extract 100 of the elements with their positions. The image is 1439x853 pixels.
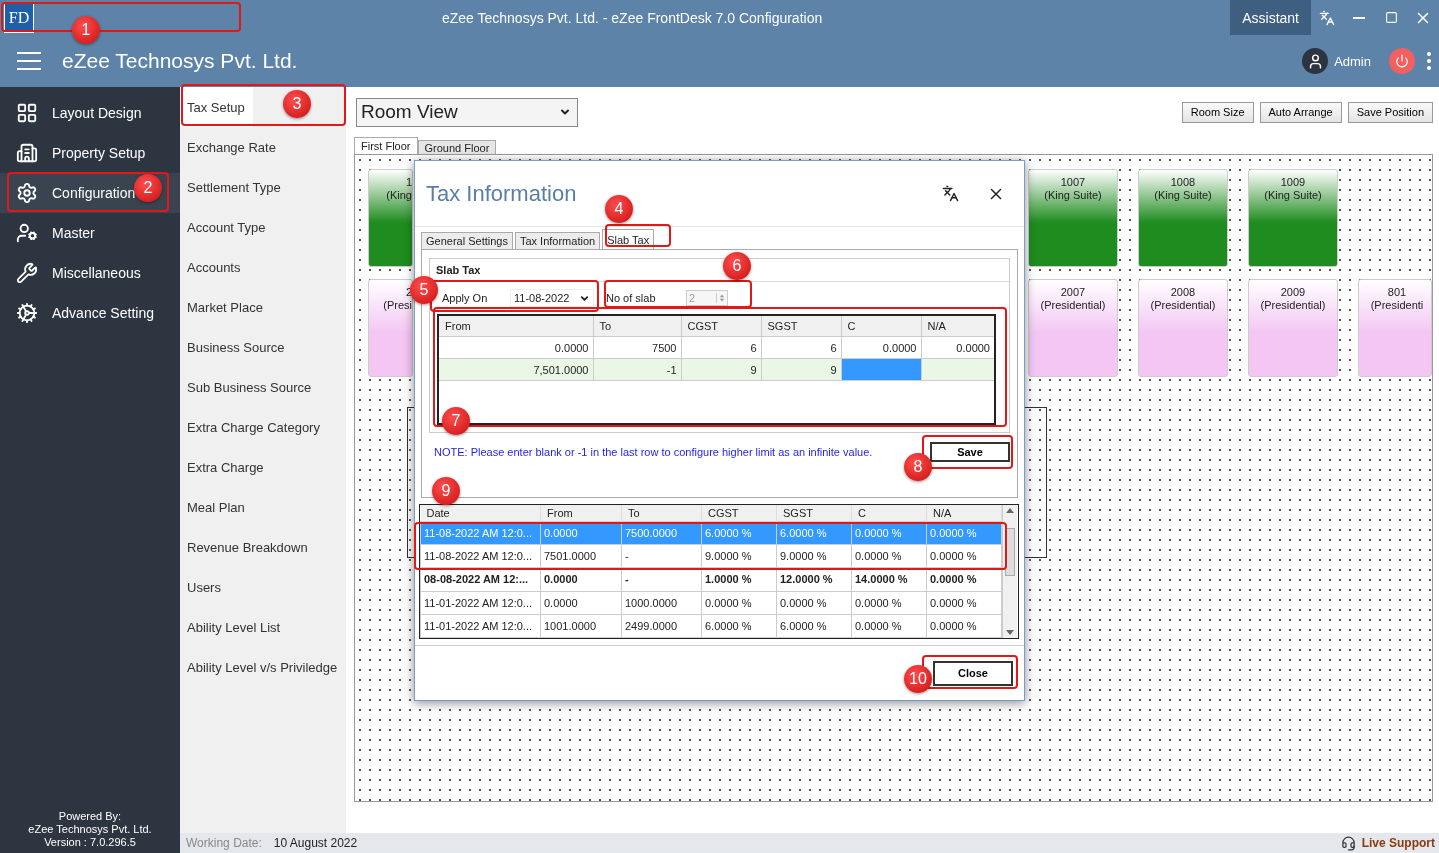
spin-arrows-icon[interactable]	[716, 293, 727, 303]
translate-icon	[942, 185, 960, 202]
user-gear-icon	[16, 222, 38, 244]
history-row[interactable]: 11-01-2022 AM 12:0... 0.0000 1000.0000 0.0000 % 0.0000 % 0.0000 % 0.0000 %	[420, 591, 1002, 615]
sidebar-item[interactable]: Miscellaneous	[0, 253, 180, 293]
column-header: N/A	[921, 315, 995, 337]
room-number: 1008	[1169, 176, 1197, 189]
submenu-item[interactable]: Exchange Rate	[180, 127, 284, 167]
submenu-item[interactable]: Revenue Breakdown	[180, 527, 316, 567]
scrollbar-thumb[interactable]	[1005, 527, 1015, 576]
layout-icon	[16, 102, 38, 124]
table-cell: 0.0000 %	[926, 591, 1002, 615]
slab-row[interactable]: 7,501.0000 -1 9 9	[438, 358, 995, 381]
translate-icon	[1319, 9, 1335, 26]
table-cell: 1001.0000	[540, 614, 622, 638]
room-card[interactable]: 2008 (Presidential)	[1138, 279, 1228, 377]
room-card[interactable]: 1009 (King Suite)	[1248, 169, 1338, 267]
cog-icon	[16, 302, 38, 324]
submenu-item[interactable]: Extra Charge	[180, 447, 272, 487]
toolbar-button[interactable]: Save Position	[1347, 101, 1433, 123]
submenu-item[interactable]: Meal Plan	[180, 487, 253, 527]
menu-button[interactable]	[17, 52, 41, 70]
submenu-item[interactable]: Accounts	[180, 247, 249, 287]
history-row[interactable]: 08-08-2022 AM 12:... 0.0000 - 1.0000 % 12.0000 % 14.0000 % 0.0000 %	[420, 567, 1002, 592]
submenu-item[interactable]: Tax Setup	[180, 87, 253, 127]
table-cell: 12.0000 %	[776, 567, 852, 592]
submenu-item[interactable]: Ability Level List	[180, 607, 289, 647]
table-cell: 0.0000	[540, 591, 622, 615]
history-row[interactable]: 11-01-2022 AM 12:0... 1001.0000 2499.0000 6.0000 % 6.0000 % 0.0000 % 0.0000 %	[420, 614, 1002, 638]
scrollbar[interactable]	[1002, 505, 1017, 638]
room-card[interactable]: 1 (King	[368, 169, 413, 267]
table-cell[interactable]: 7,501.0000	[438, 358, 593, 381]
view-dropdown[interactable]: Room View	[356, 97, 578, 127]
gear-icon	[16, 182, 38, 204]
submenu-item[interactable]: Account Type	[180, 207, 274, 247]
scroll-up-icon[interactable]	[1006, 508, 1014, 513]
column-header: To	[621, 505, 702, 522]
sidebar-item[interactable]: Advance Setting	[0, 293, 180, 333]
room-type: (Presidenti	[1369, 299, 1425, 312]
more-button[interactable]	[1427, 52, 1431, 70]
table-cell: 2499.0000	[621, 614, 702, 638]
column-header: To	[593, 315, 681, 337]
table-cell: 08-08-2022 AM 12:...	[420, 567, 541, 592]
column-header: N/A	[926, 505, 1002, 522]
column-header: CGST	[701, 505, 777, 522]
dialog-tab[interactable]: Tax Information	[514, 232, 601, 249]
room-number: 801	[1386, 286, 1408, 299]
toolbar-button[interactable]: Room Size	[1181, 101, 1254, 123]
footer-text: Powered By:	[57, 810, 123, 823]
building-icon	[16, 142, 38, 164]
column-header: From	[540, 505, 622, 522]
table-cell: 0.0000 %	[851, 614, 927, 638]
submenu-item[interactable]: Extra Charge Category	[180, 407, 328, 447]
close-dialog-button[interactable]: Close	[933, 660, 1013, 686]
power-button[interactable]	[1389, 48, 1415, 74]
sidebar-item[interactable]: Layout Design	[0, 93, 180, 133]
headset-icon	[1340, 835, 1356, 851]
room-card[interactable]: 1007 (King Suite)	[1028, 169, 1118, 267]
assistant-button[interactable]: Assistant	[1230, 0, 1311, 35]
save-button[interactable]: Save	[930, 442, 1010, 462]
status-label: Working Date:	[186, 836, 262, 850]
room-card[interactable]: 2007 (Presidential)	[1028, 279, 1118, 377]
room-card[interactable]: 2009 (Presidential)	[1248, 279, 1338, 377]
room-number: 1	[404, 176, 412, 189]
table-cell: 0.0000 %	[776, 591, 852, 615]
submenu-item[interactable]: Market Place	[180, 287, 271, 327]
room-number: 1009	[1279, 176, 1307, 189]
note-text: NOTE: Please enter blank or -1 in the last row to configure higher limit as an infinite value.	[434, 446, 873, 458]
dialog-title: Tax Information	[426, 180, 577, 207]
slab-row[interactable]: 0.0000 7500 6 6 0.0000 0.0000	[438, 336, 995, 359]
footer-text: Version : 7.0.296.5	[43, 836, 137, 849]
room-card[interactable]: 1008 (King Suite)	[1138, 169, 1228, 267]
sidebar-item[interactable]: Master	[0, 213, 180, 253]
room-type: (King	[385, 189, 412, 202]
live-support-link[interactable]: Live Support	[1340, 835, 1439, 851]
room-type: (Presidential)	[1259, 299, 1327, 312]
submenu-item[interactable]: Settlement Type	[180, 167, 289, 207]
room-number: 2009	[1279, 286, 1307, 299]
field-label: No of slab	[606, 292, 657, 304]
sidebar-item[interactable]: Property Setup	[0, 133, 180, 173]
floor-tab[interactable]: First Floor	[354, 137, 418, 154]
submenu-item[interactable]: Sub Business Source	[180, 367, 320, 407]
table-cell: 11-01-2022 AM 12:0...	[420, 614, 541, 638]
translate-button[interactable]	[942, 185, 960, 202]
floor-tab[interactable]: Ground Floor	[417, 140, 497, 154]
working-date: 10 August 2022	[273, 836, 358, 850]
room-card[interactable]: 801 (Presidenti	[1358, 279, 1432, 377]
toolbar-button[interactable]: Auto Arrange	[1259, 101, 1342, 123]
column-header: SGST	[776, 505, 852, 522]
history-row[interactable]: 11-08-2022 AM 12:0... 7501.0000 - 9.0000 % 9.0000 % 0.0000 % 0.0000 %	[420, 544, 1002, 568]
submenu-item[interactable]: Ability Level v/s Priviledge	[180, 647, 346, 687]
room-number: 2007	[1059, 286, 1087, 299]
date-dropdown[interactable]: 11-08-2022	[510, 289, 594, 307]
submenu-item[interactable]: Users	[180, 567, 229, 607]
scroll-down-icon[interactable]	[1006, 630, 1014, 635]
dialog-tab[interactable]: General Settings	[421, 232, 513, 249]
table-cell: 6.0000 %	[701, 614, 777, 638]
table-cell[interactable]: 0.0000	[438, 336, 593, 359]
column-header: C	[851, 505, 927, 522]
submenu-item[interactable]: Business Source	[180, 327, 293, 367]
